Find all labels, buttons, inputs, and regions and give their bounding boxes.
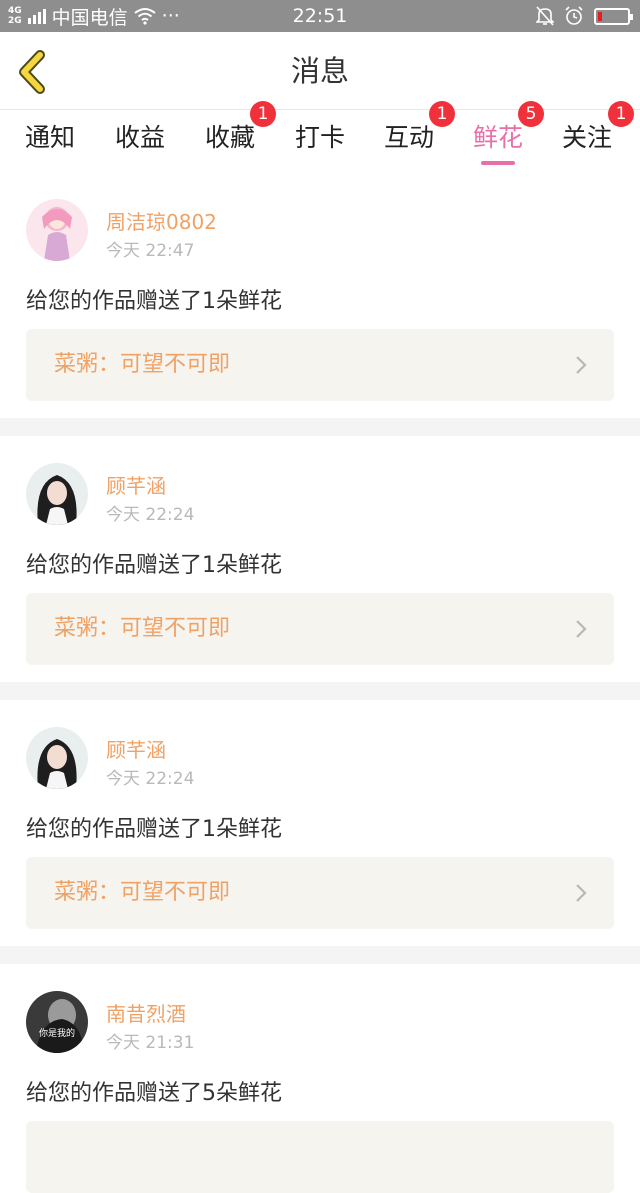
message-text: 给您的作品赠送了1朵鲜花 [26, 289, 282, 314]
tab-label: 通知 [25, 123, 76, 152]
message-text: 给您的作品赠送了1朵鲜花 [26, 817, 282, 842]
girl-photo-avatar-image [26, 463, 88, 525]
username[interactable]: 顾芊涵 [106, 734, 166, 763]
unread-badge: 1 [250, 101, 276, 127]
bell-off-icon [536, 6, 554, 26]
tab-label: 收益 [115, 123, 166, 152]
message-time: 今天 22:47 [106, 241, 195, 261]
tab-flowers[interactable]: 鲜花 5 [473, 101, 544, 173]
work-title: 菜粥：可望不可即 [54, 352, 231, 377]
message-list: 周洁琼0802 今天 22:47 给您的作品赠送了1朵鲜花 菜粥：可望不可即 顾… [0, 173, 640, 1193]
avatar-caption: 你是我的 [39, 1027, 75, 1039]
tab-label: 鲜花 [473, 123, 524, 152]
tab-follows[interactable]: 关注 1 [562, 101, 634, 173]
list-item: 周洁琼0802 今天 22:47 给您的作品赠送了1朵鲜花 菜粥：可望不可即 [0, 173, 640, 418]
unread-badge: 1 [608, 101, 634, 127]
work-link[interactable]: 菜粥：可望不可即 [26, 329, 614, 401]
tab-checkin[interactable]: 打卡 [295, 111, 345, 173]
active-tab-indicator [481, 161, 516, 165]
list-item: 顾芊涵 今天 22:24 给您的作品赠送了1朵鲜花 菜粥：可望不可即 [0, 700, 640, 946]
work-title: 菜粥：可望不可即 [54, 616, 231, 641]
tab-label: 收藏 [205, 123, 256, 152]
girl-photo-avatar-image [26, 727, 88, 789]
divider [0, 682, 640, 700]
list-item: 你是我的 南昔烈酒 今天 21:31 给您的作品赠送了5朵鲜花 [0, 964, 640, 1193]
divider [0, 946, 640, 964]
message-time: 今天 22:24 [106, 505, 195, 525]
message-text: 给您的作品赠送了5朵鲜花 [26, 1081, 282, 1106]
page-title: 消息 [290, 54, 349, 88]
username[interactable]: 顾芊涵 [106, 470, 166, 499]
message-time: 今天 22:24 [106, 769, 195, 789]
tab-favorites[interactable]: 收藏 1 [205, 101, 276, 173]
status-bar: 4G 2G 中国电信 ··· 22:51 [0, 0, 640, 32]
avatar[interactable] [26, 199, 88, 261]
username[interactable]: 周洁琼0802 [106, 206, 217, 235]
avatar[interactable] [26, 727, 88, 789]
alarm-icon [565, 6, 583, 25]
unread-badge: 1 [429, 101, 455, 127]
tab-earnings[interactable]: 收益 [115, 111, 165, 173]
avatar[interactable] [26, 463, 88, 525]
work-link[interactable]: 菜粥：可望不可即 [26, 593, 614, 665]
chevron-right-icon [576, 884, 587, 902]
tab-label: 互动 [384, 123, 435, 152]
work-link[interactable] [26, 1121, 614, 1193]
bw-photo-avatar-image: 你是我的 [26, 991, 88, 1053]
work-link[interactable]: 菜粥：可望不可即 [26, 857, 614, 929]
header: 消息 [0, 32, 640, 110]
username[interactable]: 南昔烈酒 [106, 998, 186, 1027]
chevron-right-icon [576, 620, 587, 638]
status-right [536, 0, 633, 32]
tab-label: 打卡 [295, 123, 346, 152]
tab-notifications[interactable]: 通知 [25, 111, 75, 173]
battery-icon [594, 7, 633, 25]
message-text: 给您的作品赠送了1朵鲜花 [26, 553, 282, 578]
chevron-right-icon [576, 356, 587, 374]
divider [0, 418, 640, 436]
tab-bar: 通知 收益 收藏 1 打卡 互动 1 鲜花 5 关注 1 [0, 101, 640, 173]
tab-interactions[interactable]: 互动 1 [384, 101, 455, 173]
message-time: 今天 21:31 [106, 1033, 195, 1053]
avatar[interactable]: 你是我的 [26, 991, 88, 1053]
pink-anime-avatar-image [26, 199, 88, 261]
unread-badge: 5 [518, 101, 544, 127]
battery-level [598, 11, 602, 21]
list-item: 顾芊涵 今天 22:24 给您的作品赠送了1朵鲜花 菜粥：可望不可即 [0, 436, 640, 682]
tab-label: 关注 [562, 123, 613, 152]
work-title: 菜粥：可望不可即 [54, 880, 231, 905]
